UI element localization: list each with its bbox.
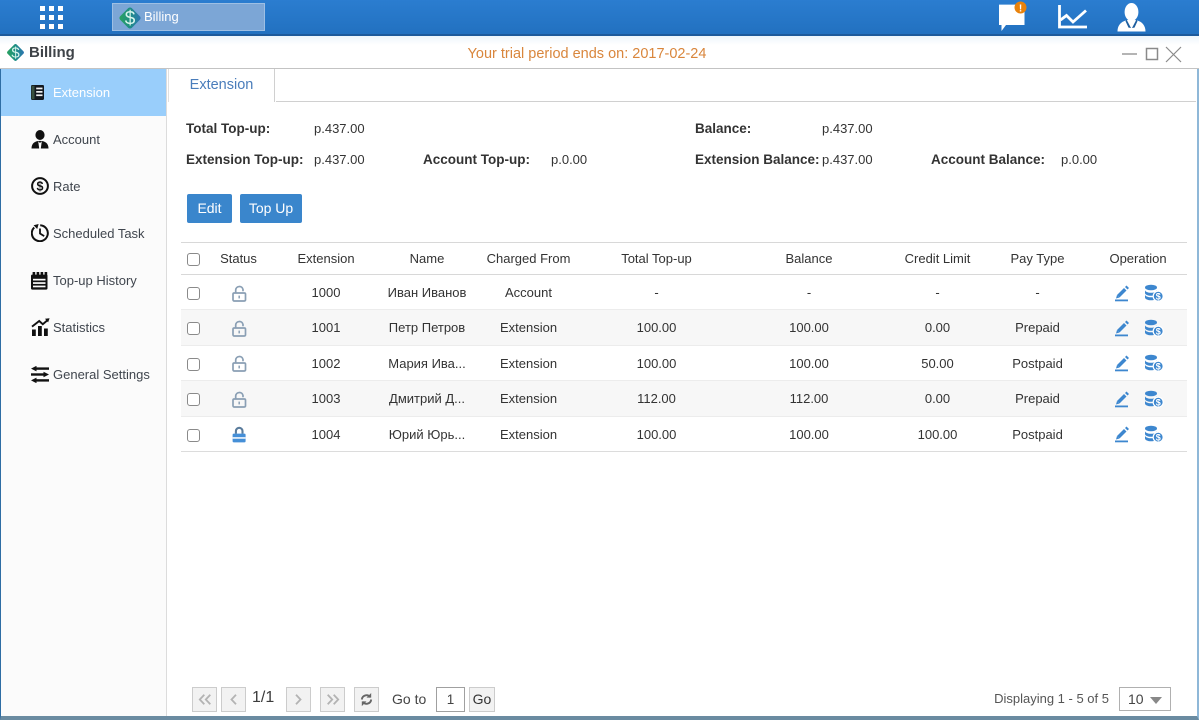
- svg-text:$: $: [125, 9, 136, 30]
- svg-text:$: $: [1155, 433, 1160, 443]
- svg-text:!: !: [1019, 3, 1022, 14]
- svg-text:$: $: [1155, 362, 1160, 372]
- svg-text:$: $: [1155, 291, 1160, 301]
- svg-text:$: $: [37, 180, 44, 194]
- svg-text:$: $: [1155, 397, 1160, 407]
- svg-text:$: $: [1155, 326, 1160, 336]
